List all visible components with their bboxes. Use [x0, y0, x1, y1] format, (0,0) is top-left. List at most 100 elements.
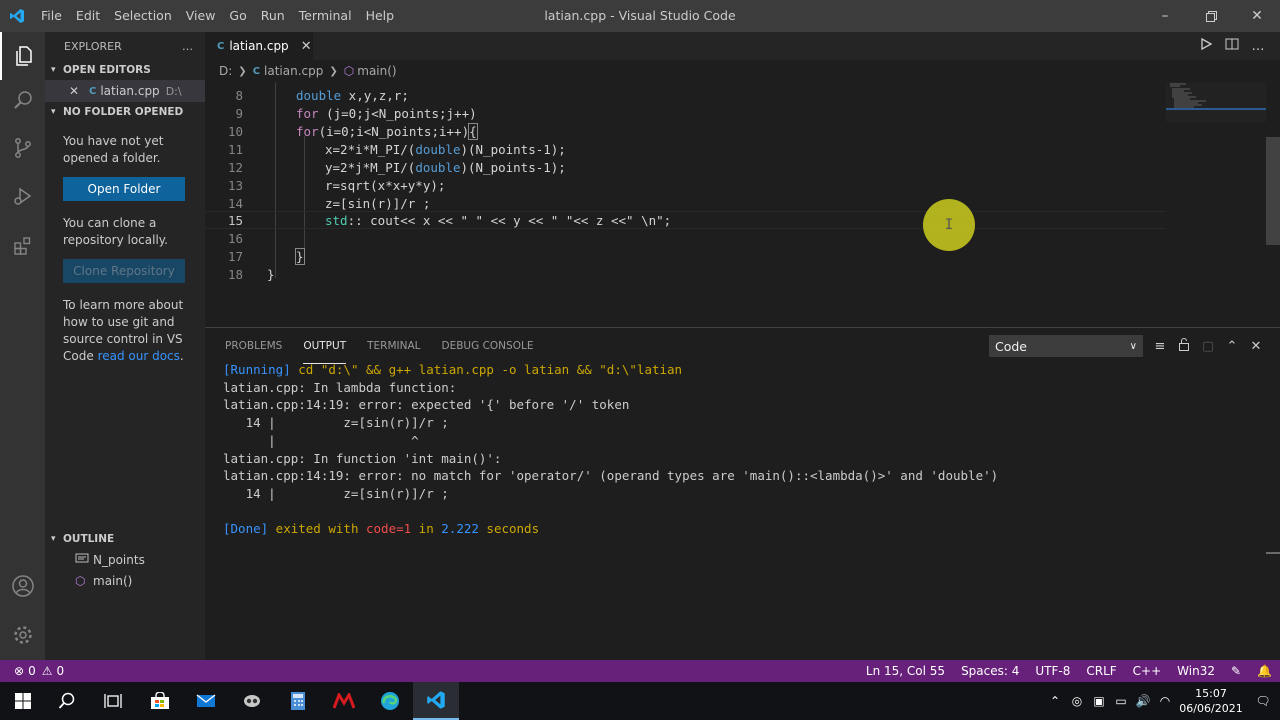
- settings-gear-icon[interactable]: [0, 611, 45, 659]
- output-line: latian.cpp: In lambda function:: [223, 379, 457, 395]
- open-editors-header[interactable]: ▾ OPEN EDITORS: [45, 60, 205, 80]
- menu-terminal[interactable]: Terminal: [292, 0, 359, 32]
- bottom-panel: PROBLEMS OUTPUT TERMINAL DEBUG CONSOLE C…: [205, 327, 1280, 660]
- line-number: 17: [227, 248, 243, 264]
- taskbar-search-icon[interactable]: [44, 682, 90, 720]
- encoding[interactable]: UTF-8: [1027, 664, 1078, 678]
- explorer-sidebar: EXPLORER … ▾ OPEN EDITORS ✕ C latian.cpp…: [45, 32, 205, 660]
- split-editor-icon[interactable]: [1224, 38, 1240, 54]
- output-channel-select[interactable]: Code ∨: [989, 335, 1143, 357]
- maximize-panel-icon[interactable]: ⌃: [1225, 339, 1239, 354]
- problems-status[interactable]: ⊗ 0 ⚠ 0: [0, 664, 64, 678]
- more-actions-icon[interactable]: …: [1250, 39, 1266, 54]
- tab-latian-cpp[interactable]: C latian.cpp ✕: [205, 32, 313, 60]
- read-docs-link[interactable]: read our docs: [98, 349, 180, 363]
- windows-start-icon[interactable]: [0, 682, 46, 720]
- search-icon[interactable]: [0, 76, 45, 124]
- language-mode[interactable]: C++: [1125, 664, 1170, 678]
- indentation[interactable]: Spaces: 4: [953, 664, 1027, 678]
- menu-go[interactable]: Go: [222, 0, 253, 32]
- no-folder-header[interactable]: ▾ NO FOLDER OPENED: [45, 102, 205, 122]
- menu-help[interactable]: Help: [359, 0, 402, 32]
- close-panel-icon[interactable]: ✕: [1249, 339, 1263, 354]
- clear-output-icon[interactable]: ≡: [1153, 339, 1167, 354]
- platform[interactable]: Win32: [1169, 664, 1223, 678]
- learn-more-end: .: [179, 349, 184, 363]
- outline-header[interactable]: ▾ OUTLINE: [45, 529, 205, 549]
- open-folder-button[interactable]: Open Folder: [63, 177, 185, 201]
- clock-date: 06/06/2021: [1179, 702, 1243, 715]
- network-icon[interactable]: ▣: [1088, 694, 1110, 708]
- run-code-icon[interactable]: [1198, 37, 1214, 54]
- store-icon[interactable]: [137, 682, 183, 720]
- line-number: 10: [227, 123, 243, 139]
- close-editor-icon[interactable]: ✕: [69, 84, 83, 98]
- code-text: std:: cout<< x << " " << y << " "<< z <<…: [325, 212, 672, 228]
- clock-time: 15:07: [1195, 687, 1227, 700]
- outline-item-npoints[interactable]: N_points: [45, 549, 205, 570]
- cursor-position[interactable]: Ln 15, Col 55: [858, 664, 953, 678]
- feedback-icon[interactable]: ✎: [1223, 664, 1249, 678]
- outline-section: ▾ OUTLINE N_points ⬡ main(): [45, 529, 205, 591]
- menu-run[interactable]: Run: [254, 0, 292, 32]
- close-tab-icon[interactable]: ✕: [301, 39, 312, 54]
- chevron-right-icon: ❯: [238, 65, 247, 77]
- close-window-icon[interactable]: ✕: [1234, 0, 1280, 32]
- menu-file[interactable]: File: [34, 0, 69, 32]
- code-line: 10 for(i=0;i<N_points;i++){: [205, 122, 1165, 140]
- breadcrumb-drive[interactable]: D:: [219, 64, 232, 78]
- mail-icon[interactable]: [183, 682, 229, 720]
- source-control-icon[interactable]: [0, 124, 45, 172]
- output-line: | ^: [223, 432, 419, 448]
- chevron-up-icon[interactable]: ⌃: [1044, 694, 1066, 708]
- code-text: z=[sin(r)]/r ;: [325, 195, 431, 211]
- run-debug-icon[interactable]: [0, 172, 45, 220]
- notifications-bell-icon[interactable]: 🔔: [1249, 664, 1280, 678]
- outline-item-main[interactable]: ⬡ main(): [45, 570, 205, 591]
- action-center-icon[interactable]: 🗨: [1246, 694, 1280, 708]
- done-seconds: 2.222: [441, 521, 479, 537]
- line-number: 13: [227, 177, 243, 193]
- mendeley-app-icon[interactable]: [321, 682, 367, 720]
- tab-problems[interactable]: PROBLEMS: [225, 328, 282, 364]
- vscode-taskbar-icon[interactable]: [413, 682, 459, 720]
- line-ending[interactable]: CRLF: [1078, 664, 1124, 678]
- app-tray-icon[interactable]: ◎: [1066, 694, 1088, 708]
- menu-view[interactable]: View: [179, 0, 223, 32]
- clone-repository-button[interactable]: Clone Repository: [63, 259, 185, 283]
- open-editor-item[interactable]: ✕ C latian.cpp D:\: [45, 80, 205, 102]
- volume-icon[interactable]: 🔊: [1132, 694, 1154, 708]
- warning-icon: ⚠: [41, 664, 53, 678]
- tab-terminal[interactable]: TERMINAL: [367, 328, 420, 364]
- more-actions-icon[interactable]: …: [182, 40, 193, 53]
- account-icon[interactable]: [0, 562, 45, 610]
- calculator-icon[interactable]: [275, 682, 321, 720]
- code-line: 8 double x,y,z,r;: [205, 86, 1165, 104]
- wifi-icon[interactable]: ◠: [1154, 694, 1176, 708]
- menu-edit[interactable]: Edit: [69, 0, 107, 32]
- editor-tabs: C latian.cpp ✕ …: [205, 32, 1280, 60]
- task-view-icon[interactable]: [90, 682, 136, 720]
- tab-output[interactable]: OUTPUT: [303, 328, 347, 364]
- menu-selection[interactable]: Selection: [107, 0, 179, 32]
- editor-scrollbar[interactable]: [1266, 137, 1280, 245]
- output-log[interactable]: [Running] cd "d:\" && g++ latian.cpp -o …: [223, 361, 998, 538]
- open-editors-title: OPEN EDITORS: [63, 64, 151, 76]
- function-cube-icon: ⬡: [75, 573, 86, 588]
- battery-icon[interactable]: ▭: [1110, 694, 1132, 708]
- clock[interactable]: 15:07 06/06/2021: [1176, 686, 1246, 716]
- breadcrumb-symbol[interactable]: main(): [357, 64, 396, 78]
- extensions-icon[interactable]: [0, 222, 45, 270]
- explorer-icon[interactable]: [0, 32, 45, 80]
- breadcrumb-file[interactable]: latian.cpp: [264, 64, 323, 78]
- panel-scrollbar[interactable]: [1266, 552, 1280, 554]
- code-editor[interactable]: 8 double x,y,z,r; 9 for (j=0;j<N_points;…: [205, 82, 1280, 327]
- minimize-icon[interactable]: –: [1142, 0, 1188, 32]
- edge-browser-icon[interactable]: [367, 682, 413, 720]
- restore-icon[interactable]: [1188, 0, 1234, 32]
- exit-code: code=1: [366, 521, 412, 537]
- lock-scroll-icon[interactable]: [1177, 337, 1191, 355]
- open-log-icon[interactable]: ▢: [1201, 339, 1215, 354]
- snipping-tool-icon[interactable]: [229, 682, 275, 720]
- tab-debug-console[interactable]: DEBUG CONSOLE: [442, 328, 534, 364]
